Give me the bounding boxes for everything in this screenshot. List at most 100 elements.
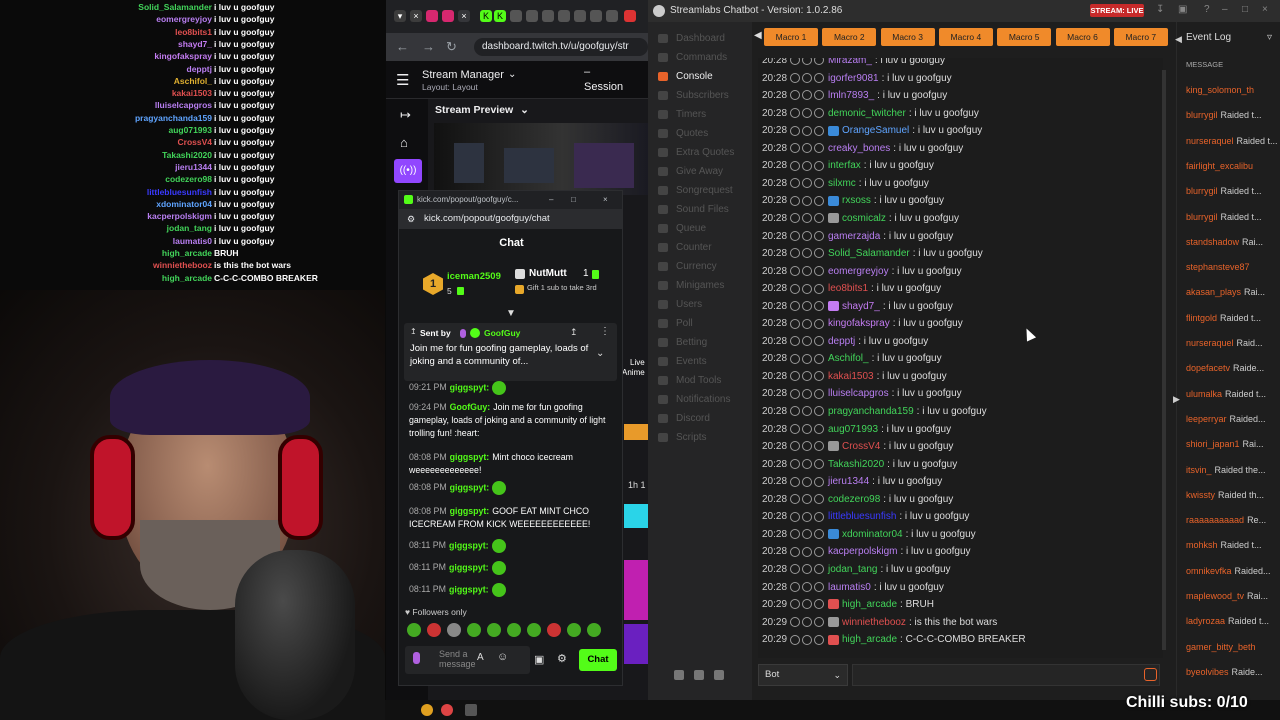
stream-live-badge[interactable]: STREAM: LIVE <box>1090 4 1144 17</box>
console-user[interactable]: OrangeSamuel <box>842 125 909 136</box>
event-log-row[interactable]: mohksh Raided t... <box>1186 537 1280 553</box>
moderate-icon[interactable] <box>814 564 824 575</box>
console-user[interactable]: shayd7_ <box>842 301 880 312</box>
maximize-icon[interactable]: □ <box>1242 4 1248 15</box>
moderate-icon[interactable] <box>814 423 824 434</box>
console-user[interactable]: demonic_twitcher <box>828 108 906 119</box>
moderate-icon[interactable] <box>802 616 812 627</box>
moderate-icon[interactable] <box>802 353 812 364</box>
moderate-icon[interactable] <box>790 108 800 118</box>
moderate-icon[interactable] <box>790 353 800 364</box>
emote[interactable] <box>527 623 541 637</box>
reload-icon[interactable]: ↻ <box>446 39 457 55</box>
console-user[interactable]: kingofakspray <box>828 318 890 329</box>
moderate-icon[interactable] <box>814 160 824 171</box>
console-user[interactable]: pragyanchanda159 <box>828 406 914 417</box>
moderate-icon[interactable] <box>814 318 824 329</box>
moderate-icon[interactable] <box>790 388 800 399</box>
tab-icon-9[interactable] <box>606 10 618 22</box>
nav-item-give-away[interactable]: Give Away <box>658 162 752 181</box>
event-log-row[interactable]: nurseraquel Raided t... <box>1186 133 1280 149</box>
event-log-row[interactable]: king_solomon_th <box>1186 82 1280 98</box>
moderate-icon[interactable] <box>802 599 812 610</box>
moderate-icon[interactable] <box>802 336 812 347</box>
moderate-icon[interactable] <box>790 318 800 329</box>
moderate-icon[interactable] <box>814 58 824 66</box>
moderate-icon[interactable] <box>802 318 812 329</box>
console-user[interactable]: eomergreyjoy <box>828 266 889 277</box>
expand-chevron-icon[interactable]: ⌄ <box>596 348 604 359</box>
collapse-left-icon[interactable]: ◀ <box>1175 34 1182 45</box>
collapse-arrow-icon[interactable]: ↦ <box>400 107 411 123</box>
moderate-icon[interactable] <box>814 599 824 610</box>
moderate-icon[interactable] <box>802 529 812 540</box>
event-log-row[interactable]: leeperryar Raided... <box>1186 411 1280 427</box>
moderate-icon[interactable] <box>802 634 812 645</box>
store-icon[interactable]: ▣ <box>534 653 544 666</box>
minimize-icon[interactable]: – <box>1222 4 1228 15</box>
console-user[interactable]: Mirazam_ <box>828 58 872 66</box>
console-user[interactable]: CrossV4 <box>842 441 880 452</box>
kick-message-input[interactable]: Send a message A ☺ <box>405 646 530 674</box>
moderate-icon[interactable] <box>802 58 812 66</box>
moderate-icon[interactable] <box>802 476 812 487</box>
emoji-icon[interactable]: ☺ <box>497 651 508 663</box>
forward-arrow-icon[interactable]: → <box>422 39 435 54</box>
event-log-row[interactable]: nurseraquel Raid... <box>1186 335 1280 351</box>
moderate-icon[interactable] <box>814 283 824 294</box>
macro-button-2[interactable]: Macro 2 <box>822 28 877 46</box>
moderate-icon[interactable] <box>802 581 812 592</box>
moderate-icon[interactable] <box>790 178 800 189</box>
moderate-icon[interactable] <box>814 248 824 259</box>
console-user[interactable]: silxmc <box>828 178 856 189</box>
moderate-icon[interactable] <box>790 441 800 452</box>
back-arrow-icon[interactable]: ← <box>396 39 409 54</box>
minimize-icon[interactable]: – <box>549 191 553 209</box>
moderate-icon[interactable] <box>790 616 800 627</box>
moderate-icon[interactable] <box>814 353 824 364</box>
moderate-icon[interactable] <box>802 265 812 276</box>
moderate-icon[interactable] <box>802 301 812 312</box>
console-user[interactable]: gamerzajda <box>828 231 880 242</box>
user-icon[interactable] <box>674 670 684 680</box>
nav-item-songrequest[interactable]: Songrequest <box>658 181 752 200</box>
event-log-row[interactable]: standshadow Rai... <box>1186 234 1280 250</box>
moderate-icon[interactable] <box>814 581 824 592</box>
emote[interactable] <box>467 623 481 637</box>
nav-item-subscribers[interactable]: Subscribers <box>658 86 752 105</box>
chatbot-message-input[interactable] <box>852 664 1160 686</box>
event-log-row[interactable]: blurrygil Raided t... <box>1186 183 1280 199</box>
taskbar-app-icon[interactable] <box>441 704 453 716</box>
console-user[interactable]: kakai1503 <box>828 371 874 382</box>
emote[interactable] <box>427 623 441 637</box>
instagram-tab-icon-2[interactable] <box>442 10 454 22</box>
bot-account-select[interactable]: Bot ⌄ <box>758 664 848 686</box>
moderate-icon[interactable] <box>790 406 800 417</box>
event-log-row[interactable]: fairlight_excalibu <box>1186 158 1280 174</box>
moderate-icon[interactable] <box>802 406 812 417</box>
nav-item-betting[interactable]: Betting <box>658 333 752 352</box>
moderate-icon[interactable] <box>802 459 812 469</box>
instagram-tab-icon[interactable] <box>426 10 438 22</box>
message-user[interactable]: giggspyt: <box>449 540 489 550</box>
moderate-icon[interactable] <box>814 265 824 276</box>
moderate-icon[interactable] <box>802 371 812 382</box>
moderate-icon[interactable] <box>790 564 800 575</box>
event-log-column-header[interactable]: MESSAGE <box>1186 60 1223 69</box>
stream-manager-chevron-icon[interactable]: ⌄ <box>508 69 516 80</box>
message-user[interactable]: giggspyt: <box>450 482 490 492</box>
moderate-icon[interactable] <box>790 143 800 154</box>
console-user[interactable]: rxsoss <box>842 195 871 206</box>
moderate-icon[interactable] <box>814 90 824 101</box>
console-user[interactable]: igorfer9081 <box>828 73 879 84</box>
console-user[interactable]: jodan_tang <box>828 564 878 575</box>
moderate-icon[interactable] <box>814 546 824 557</box>
console-user[interactable]: xdominator04 <box>842 529 903 540</box>
moderate-icon[interactable] <box>814 178 824 189</box>
moderate-icon[interactable] <box>790 213 800 224</box>
emote[interactable] <box>407 623 421 637</box>
moderate-icon[interactable] <box>802 248 812 259</box>
moderate-icon[interactable] <box>790 546 800 557</box>
emote[interactable] <box>547 623 561 637</box>
tab-icon-10[interactable] <box>624 10 636 22</box>
